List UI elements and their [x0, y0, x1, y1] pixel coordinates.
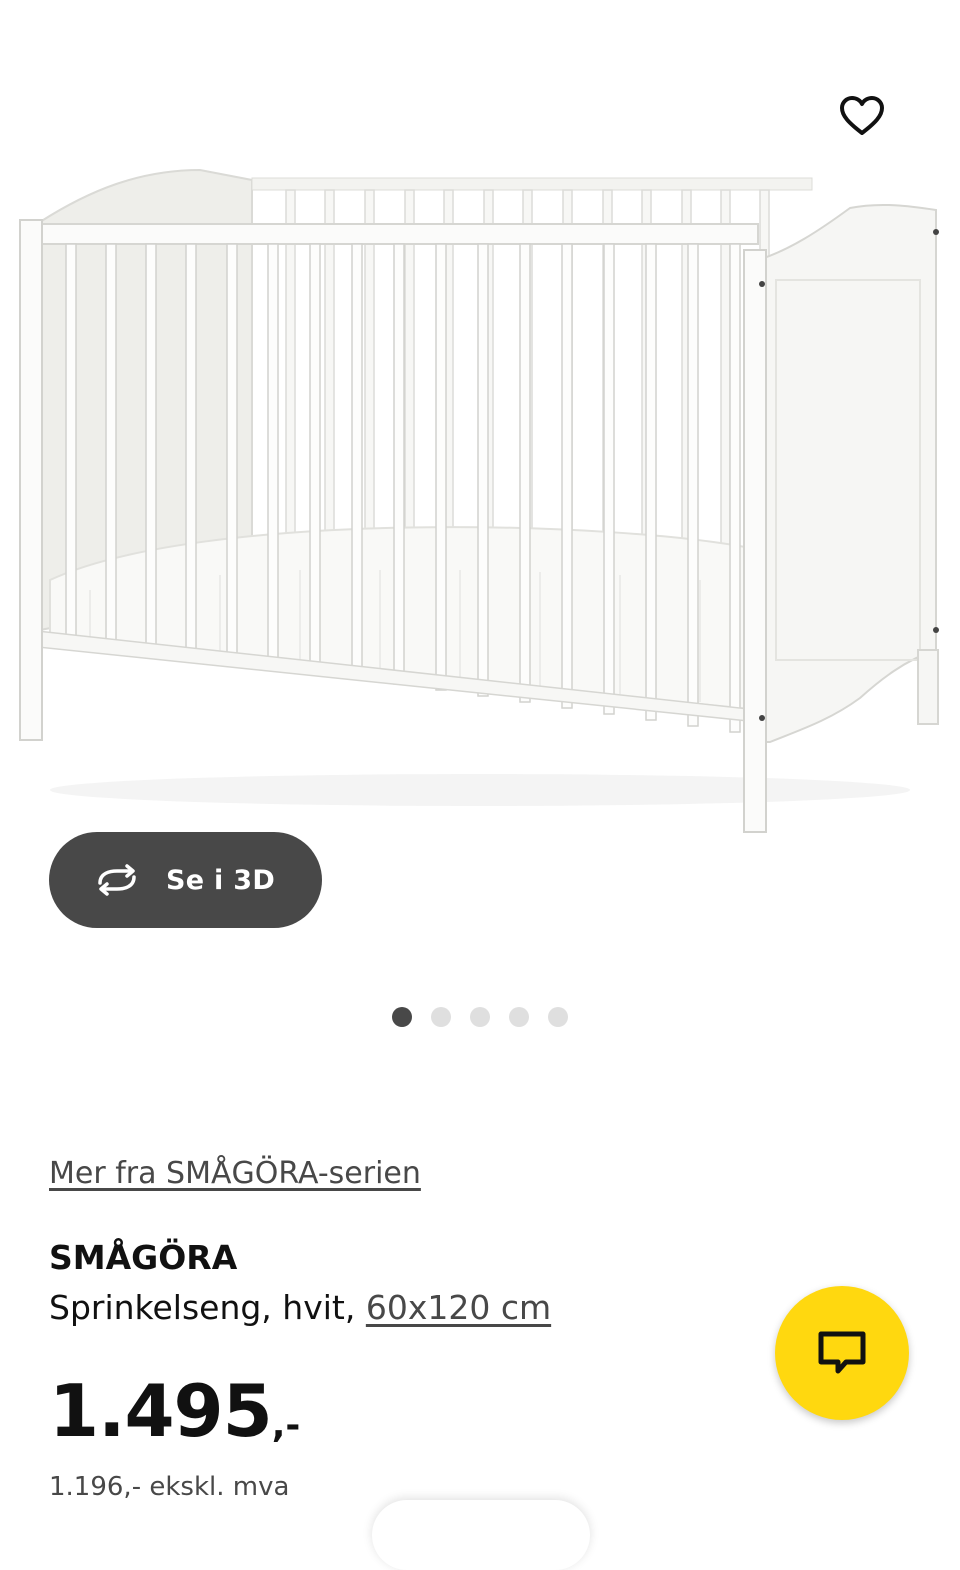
pager-dot[interactable] — [470, 1007, 490, 1027]
chat-button[interactable] — [775, 1286, 909, 1420]
size-link[interactable]: 60x120 cm — [366, 1288, 551, 1327]
product-type-text: Sprinkelseng, hvit, — [49, 1288, 356, 1327]
price: 1.495 ,- — [49, 1372, 300, 1450]
heart-outline-icon — [840, 96, 884, 135]
pager-dot[interactable] — [392, 1007, 412, 1027]
rotate-arrows-icon — [92, 863, 142, 897]
image-pager-dots — [0, 1007, 960, 1027]
view-3d-button[interactable]: Se i 3D — [49, 832, 322, 928]
price-amount: 1.495 — [49, 1369, 273, 1453]
pager-dot[interactable] — [509, 1007, 529, 1027]
product-description: Sprinkelseng, hvit, 60x120 cm — [49, 1288, 551, 1327]
favorite-button[interactable] — [830, 84, 894, 148]
product-gallery[interactable]: Se i 3D — [0, 0, 960, 1060]
pager-dot[interactable] — [548, 1007, 568, 1027]
chat-bubble-icon — [818, 1331, 866, 1374]
product-image-crib — [19, 168, 939, 833]
series-link[interactable]: Mer fra SMÅGÖRA-serien — [49, 1156, 421, 1191]
price-ex-vat: 1.196,- ekskl. mva — [49, 1472, 290, 1502]
price-suffix: ,- — [271, 1405, 301, 1446]
product-name: SMÅGÖRA — [49, 1238, 238, 1277]
bottom-action-bar[interactable] — [372, 1500, 590, 1570]
view-3d-label: Se i 3D — [166, 864, 276, 896]
pager-dot[interactable] — [431, 1007, 451, 1027]
